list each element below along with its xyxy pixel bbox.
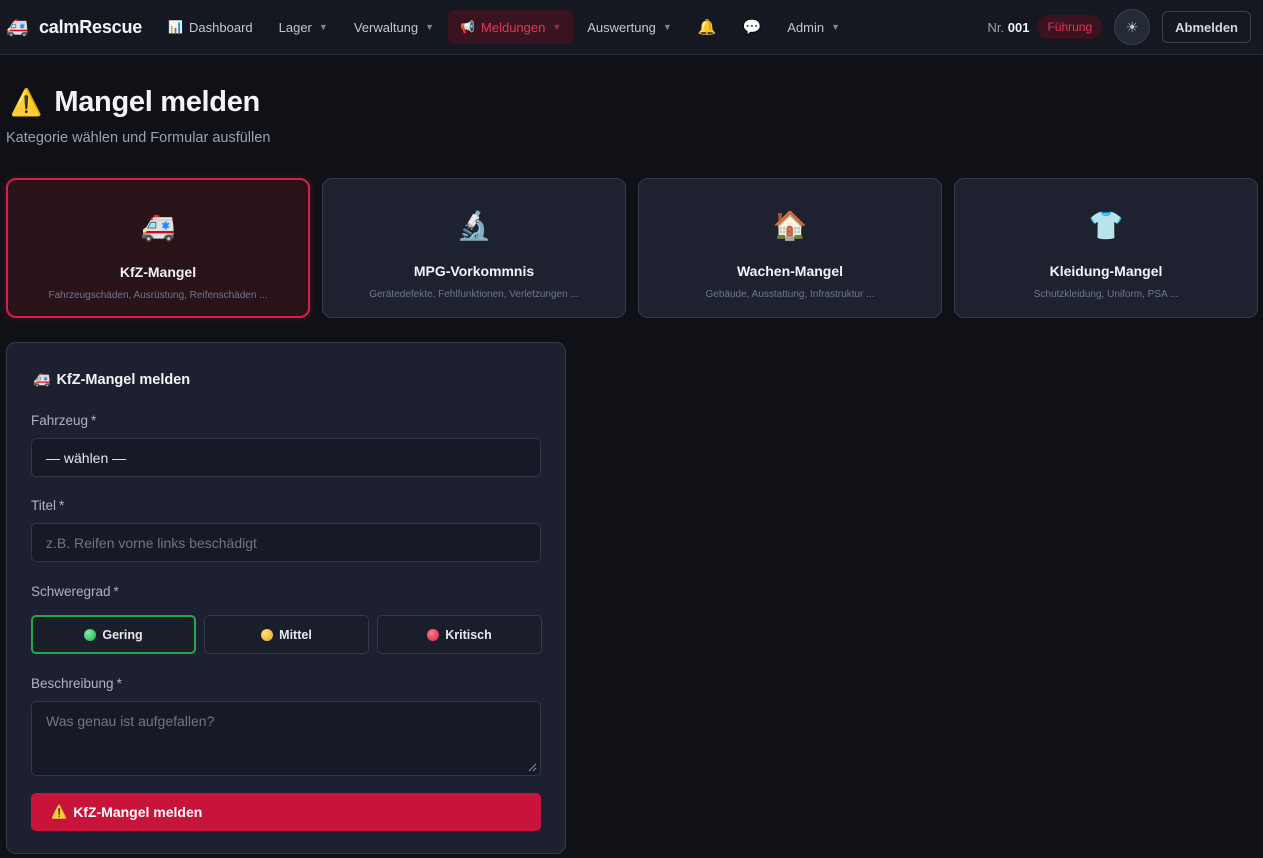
user-number: Nr. 001 <box>988 20 1030 35</box>
nav-item-label: Admin <box>787 19 825 35</box>
nav-item-notifications[interactable]: 🔔 <box>686 10 729 44</box>
required-mark: * <box>113 584 119 599</box>
title-label: Titel * <box>31 498 64 513</box>
nav-item-label: Auswertung <box>587 19 656 35</box>
page-title: ⚠️ Mangel melden <box>10 86 260 119</box>
bar-chart-icon: 📊 <box>168 20 184 34</box>
nav-item-meldungen[interactable]: 📢 Meldungen ▼ <box>448 10 574 44</box>
brand[interactable]: 🚑 calmRescue <box>6 17 142 38</box>
nav-item-dashboard[interactable]: 📊 Dashboard <box>156 10 265 44</box>
category-description: Gerätedefekte, Fehlfunktionen, Verletzun… <box>369 289 579 300</box>
severity-options: Gering Mittel Kritisch <box>31 615 542 654</box>
category-card-kfz[interactable]: 🚑 KfZ-Mangel Fahrzeugschäden, Ausrüstung… <box>6 178 310 318</box>
red-circle-icon <box>427 628 440 641</box>
app-name: calmRescue <box>39 16 143 37</box>
sun-icon: ☀ <box>1125 18 1139 35</box>
yellow-circle-icon <box>261 628 274 641</box>
warning-icon: ⚠️ <box>10 87 43 117</box>
category-cards: 🚑 KfZ-Mangel Fahrzeugschäden, Ausrüstung… <box>6 178 1258 318</box>
user-area: Nr. 001 Führung ☀ Abmelden <box>988 9 1251 45</box>
chevron-down-icon: ▼ <box>552 22 562 32</box>
category-title: Wachen-Mangel <box>736 263 844 279</box>
green-circle-icon <box>84 628 97 641</box>
logout-button[interactable]: Abmelden <box>1162 11 1251 43</box>
nav-item-admin[interactable]: Admin ▼ <box>775 10 852 44</box>
role-badge: Führung <box>1037 15 1103 39</box>
ambulance-icon: 🚑 <box>140 211 176 242</box>
main-nav: 📊 Dashboard Lager ▼ Verwaltung ▼ 📢 Meldu… <box>156 0 854 54</box>
severity-label-text: Schweregrad <box>31 584 111 599</box>
form-title: 🚑 KfZ-Mangel melden <box>33 371 190 388</box>
resize-handle-icon[interactable] <box>527 762 537 772</box>
vehicle-select[interactable]: — wählen — <box>31 438 541 477</box>
nav-item-label: Meldungen <box>481 19 546 35</box>
category-description: Fahrzeugschäden, Ausrüstung, Reifenschäd… <box>48 290 268 301</box>
category-card-kleidung[interactable]: 👕 Kleidung-Mangel Schutzkleidung, Unifor… <box>954 178 1258 318</box>
report-form-panel: 🚑 KfZ-Mangel melden Fahrzeug * — wählen —… <box>6 342 566 854</box>
title-input[interactable]: z.B. Reifen vorne links beschädigt <box>31 523 541 562</box>
user-number-label: Nr. <box>987 19 1005 35</box>
chevron-down-icon: ▼ <box>662 22 672 32</box>
description-label: Beschreibung * <box>31 676 122 691</box>
category-title: KfZ-Mangel <box>119 264 197 280</box>
top-navbar: 🚑 calmRescue 📊 Dashboard Lager ▼ Verwalt… <box>0 0 1263 55</box>
category-description: Gebäude, Ausstattung, Infrastruktur ... <box>705 289 875 300</box>
description-placeholder: Was genau ist aufgefallen? <box>46 713 215 729</box>
description-label-text: Beschreibung <box>31 676 114 691</box>
nav-item-label: Lager <box>278 19 312 35</box>
category-title: Kleidung-Mangel <box>1049 263 1163 279</box>
chevron-down-icon: ▼ <box>318 22 328 32</box>
nav-item-auswertung[interactable]: Auswertung ▼ <box>575 10 684 44</box>
nav-item-messages[interactable]: 💬 <box>731 10 774 44</box>
page-subtitle: Kategorie wählen und Formular ausfüllen <box>6 130 271 146</box>
theme-toggle-button[interactable]: ☀ <box>1114 9 1151 45</box>
chat-bubble-icon: 💬 <box>742 19 762 36</box>
severity-option-label: Mittel <box>279 627 312 642</box>
category-card-mpg[interactable]: 🔬 MPG-Vorkommnis Gerätedefekte, Fehlfunk… <box>322 178 626 318</box>
required-mark: * <box>91 413 97 428</box>
nav-item-label: Verwaltung <box>353 19 419 35</box>
tshirt-icon: 👕 <box>1088 210 1124 241</box>
nav-item-lager[interactable]: Lager ▼ <box>267 10 340 44</box>
severity-label: Schweregrad * <box>31 584 119 599</box>
category-card-wache[interactable]: 🏠 Wachen-Mangel Gebäude, Ausstattung, In… <box>638 178 942 318</box>
severity-option-label: Kritisch <box>445 627 492 642</box>
title-label-text: Titel <box>31 498 57 513</box>
bell-icon: 🔔 <box>697 19 717 36</box>
required-mark: * <box>59 498 65 513</box>
severity-option-mittel[interactable]: Mittel <box>204 615 369 654</box>
description-textarea[interactable]: Was genau ist aufgefallen? <box>31 701 541 776</box>
title-input-placeholder: z.B. Reifen vorne links beschädigt <box>46 534 257 551</box>
chevron-down-icon: ▼ <box>425 22 435 32</box>
chevron-down-icon: ▼ <box>831 22 840 32</box>
megaphone-icon: 📢 <box>460 20 476 34</box>
submit-report-button[interactable]: ⚠️ KfZ-Mangel melden <box>31 793 541 831</box>
vehicle-select-value: — wählen — <box>46 449 127 466</box>
severity-option-label: Gering <box>102 627 143 642</box>
severity-option-gering[interactable]: Gering <box>31 615 196 654</box>
vehicle-label: Fahrzeug * <box>31 413 96 428</box>
severity-option-kritisch[interactable]: Kritisch <box>377 615 542 654</box>
ambulance-icon: 🚑 <box>33 371 51 387</box>
vehicle-label-text: Fahrzeug <box>31 413 89 428</box>
microscope-icon: 🔬 <box>456 210 492 241</box>
form-title-text: KfZ-Mangel melden <box>56 371 191 388</box>
category-description: Schutzkleidung, Uniform, PSA ... <box>1033 289 1179 300</box>
category-title: MPG-Vorkommnis <box>413 263 535 279</box>
user-number-value: 001 <box>1007 19 1030 35</box>
warning-icon: ⚠️ <box>51 804 68 819</box>
house-icon: 🏠 <box>772 210 808 241</box>
required-mark: * <box>116 676 122 691</box>
page-heading: Mangel melden <box>54 86 260 118</box>
nav-item-label: Dashboard <box>189 19 253 35</box>
submit-button-label: KfZ-Mangel melden <box>73 804 203 820</box>
nav-item-verwaltung[interactable]: Verwaltung ▼ <box>342 10 446 44</box>
ambulance-icon: 🚑 <box>6 16 29 37</box>
